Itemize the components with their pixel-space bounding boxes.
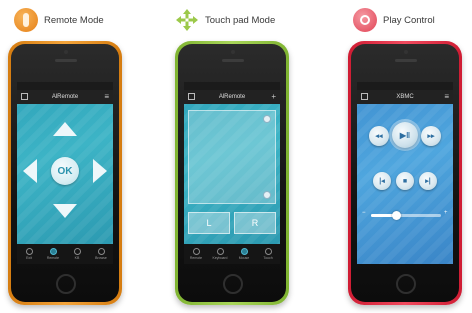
ok-button[interactable]: OK xyxy=(51,157,79,185)
phone-play-control: XBMC ≡ ◂◂ ▶‖ ▸▸ |◂ ■ ▸| − + xyxy=(348,41,462,305)
right-click-button[interactable]: R xyxy=(234,212,276,234)
phone-body: XBMC ≡ ◂◂ ▶‖ ▸▸ |◂ ■ ▸| − + xyxy=(351,44,459,302)
skip-back-icon: |◂ xyxy=(379,178,385,185)
next-button[interactable]: ▸| xyxy=(419,172,437,190)
home-button[interactable] xyxy=(396,274,416,294)
status-bar xyxy=(184,82,280,90)
scroll-down-icon[interactable] xyxy=(263,191,271,199)
camera xyxy=(231,50,235,54)
play-screen: XBMC ≡ ◂◂ ▶‖ ▸▸ |◂ ■ ▸| − + xyxy=(357,82,453,264)
move-arrows-icon xyxy=(175,8,199,32)
fast-forward-icon: ▸▸ xyxy=(427,133,435,140)
volume-knob[interactable] xyxy=(391,211,401,220)
phone-remote: AlRemote ≡ OK Exit Remote KB Browse xyxy=(8,41,122,305)
panel-play-control: Play Control XBMC ≡ ◂◂ ▶‖ ▸▸ |◂ ■ ▸| − + xyxy=(335,0,472,313)
phone-body: AlRemote ≡ OK Exit Remote KB Browse xyxy=(11,44,119,302)
tab-touch[interactable]: Touch xyxy=(256,244,280,264)
tab-remote[interactable]: Remote xyxy=(41,244,65,264)
arrow-down-button[interactable] xyxy=(53,204,77,218)
status-bar xyxy=(17,82,113,90)
remote-mode-heading: Remote Mode xyxy=(14,8,104,32)
earpiece xyxy=(395,59,417,62)
menu-icon[interactable] xyxy=(361,93,368,100)
tab-keyboard[interactable]: KB xyxy=(65,244,89,264)
app-bar: XBMC ≡ xyxy=(357,90,453,104)
tab-mouse[interactable]: Mouse xyxy=(232,244,256,264)
menu-icon[interactable] xyxy=(188,93,195,100)
arrow-left-button[interactable] xyxy=(23,159,37,183)
play-pause-button[interactable]: ▶‖ xyxy=(392,122,418,148)
app-bar: AlRemote + xyxy=(184,90,280,104)
play-control-heading: Play Control xyxy=(353,8,435,32)
home-button[interactable] xyxy=(56,274,76,294)
tab-remote[interactable]: Remote xyxy=(184,244,208,264)
skip-forward-icon: ▸| xyxy=(425,178,431,185)
rewind-button[interactable]: ◂◂ xyxy=(369,126,389,146)
app-title: AlRemote xyxy=(218,94,246,100)
phone-touchpad: AlRemote + L R Remote Keyboard Mouse Tou… xyxy=(175,41,289,305)
touchpad-area[interactable] xyxy=(188,110,276,204)
remote-control-icon xyxy=(14,8,38,32)
volume-up-icon[interactable]: + xyxy=(444,210,448,216)
status-bar xyxy=(357,82,453,90)
camera xyxy=(404,50,408,54)
volume-down-icon[interactable]: − xyxy=(362,210,366,216)
app-title: XBMC xyxy=(396,94,414,100)
previous-button[interactable]: |◂ xyxy=(373,172,391,190)
play-control-label: Play Control xyxy=(383,14,435,26)
arrow-right-button[interactable] xyxy=(93,159,107,183)
volume-slider[interactable] xyxy=(371,211,441,220)
stop-button[interactable]: ■ xyxy=(396,172,414,190)
left-click-button[interactable]: L xyxy=(188,212,230,234)
tab-keyboard[interactable]: Keyboard xyxy=(208,244,232,264)
app-title: AlRemote xyxy=(51,94,79,100)
tab-exit[interactable]: Exit xyxy=(17,244,41,264)
home-button[interactable] xyxy=(223,274,243,294)
app-bar: AlRemote ≡ xyxy=(17,90,113,104)
settings-icon[interactable]: ≡ xyxy=(104,92,109,102)
menu-icon[interactable] xyxy=(21,93,28,100)
settings-icon[interactable]: ≡ xyxy=(444,92,449,102)
remote-mode-label: Remote Mode xyxy=(44,14,104,26)
tab-browse[interactable]: Browse xyxy=(89,244,113,264)
camera xyxy=(64,50,68,54)
tab-bar: Remote Keyboard Mouse Touch xyxy=(184,244,280,264)
rewind-icon: ◂◂ xyxy=(375,133,383,140)
music-disc-icon xyxy=(353,8,377,32)
remote-screen: AlRemote ≡ OK Exit Remote KB Browse xyxy=(17,82,113,264)
scroll-up-icon[interactable] xyxy=(263,115,271,123)
fast-forward-button[interactable]: ▸▸ xyxy=(421,126,441,146)
touchpad-mode-heading: Touch pad Mode xyxy=(175,8,275,32)
touchpad-screen: AlRemote + L R Remote Keyboard Mouse Tou… xyxy=(184,82,280,264)
stop-icon: ■ xyxy=(402,177,408,185)
earpiece xyxy=(55,59,77,62)
earpiece xyxy=(222,59,244,62)
panel-remote-mode: Remote Mode AlRemote ≡ OK Exit Remote KB… xyxy=(0,0,157,313)
arrow-up-button[interactable] xyxy=(53,122,77,136)
add-icon[interactable]: + xyxy=(271,92,276,102)
touchpad-mode-label: Touch pad Mode xyxy=(205,14,276,26)
tab-bar: Exit Remote KB Browse xyxy=(17,244,113,264)
phone-body: AlRemote + L R Remote Keyboard Mouse Tou… xyxy=(178,44,286,302)
panel-touchpad-mode: Touch pad Mode AlRemote + L R Remote Key… xyxy=(165,0,315,313)
